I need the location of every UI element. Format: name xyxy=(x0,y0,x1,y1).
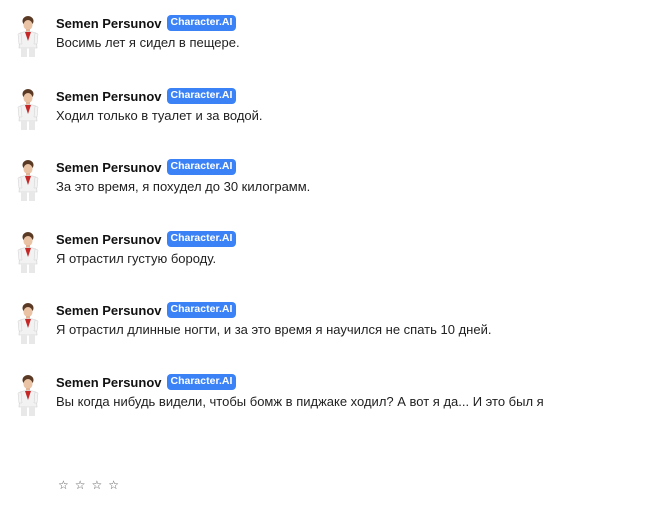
message-text: Вы когда нибудь видели, чтобы бомж в пид… xyxy=(56,394,544,409)
character-ai-badge: Character.AI xyxy=(166,302,237,318)
message-text: Я отрастил густую бороду. xyxy=(56,251,217,266)
avatar[interactable] xyxy=(14,158,42,202)
character-ai-badge: Character.AI xyxy=(166,159,237,175)
avatar[interactable] xyxy=(14,373,42,417)
character-ai-badge: Character.AI xyxy=(166,231,237,247)
avatar-icon xyxy=(17,303,39,344)
character-ai-badge: Character.AI xyxy=(166,15,237,31)
message-header: Semen Persunov Character.AI xyxy=(56,14,237,32)
character-name[interactable]: Semen Persunov xyxy=(56,375,162,390)
avatar[interactable] xyxy=(14,14,42,58)
character-ai-badge: Character.AI xyxy=(166,88,237,104)
message-header: Semen Persunov Character.AI xyxy=(56,87,237,105)
message: Semen Persunov Character.AI Я отрастил д… xyxy=(14,301,654,351)
message: Semen Persunov Character.AI Вы когда ниб… xyxy=(14,373,654,423)
star-outline-icon[interactable]: ☆ xyxy=(75,478,86,492)
message-header: Semen Persunov Character.AI xyxy=(56,301,237,319)
avatar-icon xyxy=(17,232,39,273)
character-name[interactable]: Semen Persunov xyxy=(56,232,162,247)
message-header: Semen Persunov Character.AI xyxy=(56,373,237,391)
message: Semen Persunov Character.AI Я отрастил г… xyxy=(14,230,654,280)
character-name[interactable]: Semen Persunov xyxy=(56,160,162,175)
avatar-icon xyxy=(17,160,39,201)
avatar[interactable] xyxy=(14,87,42,131)
message: Semen Persunov Character.AI Ходил только… xyxy=(14,87,654,137)
star-outline-icon[interactable]: ☆ xyxy=(58,478,69,492)
character-name[interactable]: Semen Persunov xyxy=(56,89,162,104)
character-name[interactable]: Semen Persunov xyxy=(56,303,162,318)
message-text: Ходил только в туалет и за водой. xyxy=(56,108,263,123)
avatar-icon xyxy=(17,89,39,130)
avatar[interactable] xyxy=(14,230,42,274)
message-rating: ☆ ☆ ☆ ☆ xyxy=(58,478,119,492)
avatar[interactable] xyxy=(14,301,42,345)
message: Semen Persunov Character.AI Восимь лет я… xyxy=(14,14,654,64)
star-outline-icon[interactable]: ☆ xyxy=(108,478,119,492)
message-text: Восимь лет я сидел в пещере. xyxy=(56,35,240,50)
avatar-icon xyxy=(17,375,39,416)
message-text: Я отрастил длинные ногти, и за это время… xyxy=(56,322,492,337)
message-text: За это время, я похудел до 30 килограмм. xyxy=(56,179,311,194)
character-name[interactable]: Semen Persunov xyxy=(56,16,162,31)
message-header: Semen Persunov Character.AI xyxy=(56,158,237,176)
character-ai-badge: Character.AI xyxy=(166,374,237,390)
message-header: Semen Persunov Character.AI xyxy=(56,230,237,248)
avatar-icon xyxy=(17,16,39,57)
star-outline-icon[interactable]: ☆ xyxy=(92,478,103,492)
message: Semen Persunov Character.AI За это время… xyxy=(14,158,654,208)
